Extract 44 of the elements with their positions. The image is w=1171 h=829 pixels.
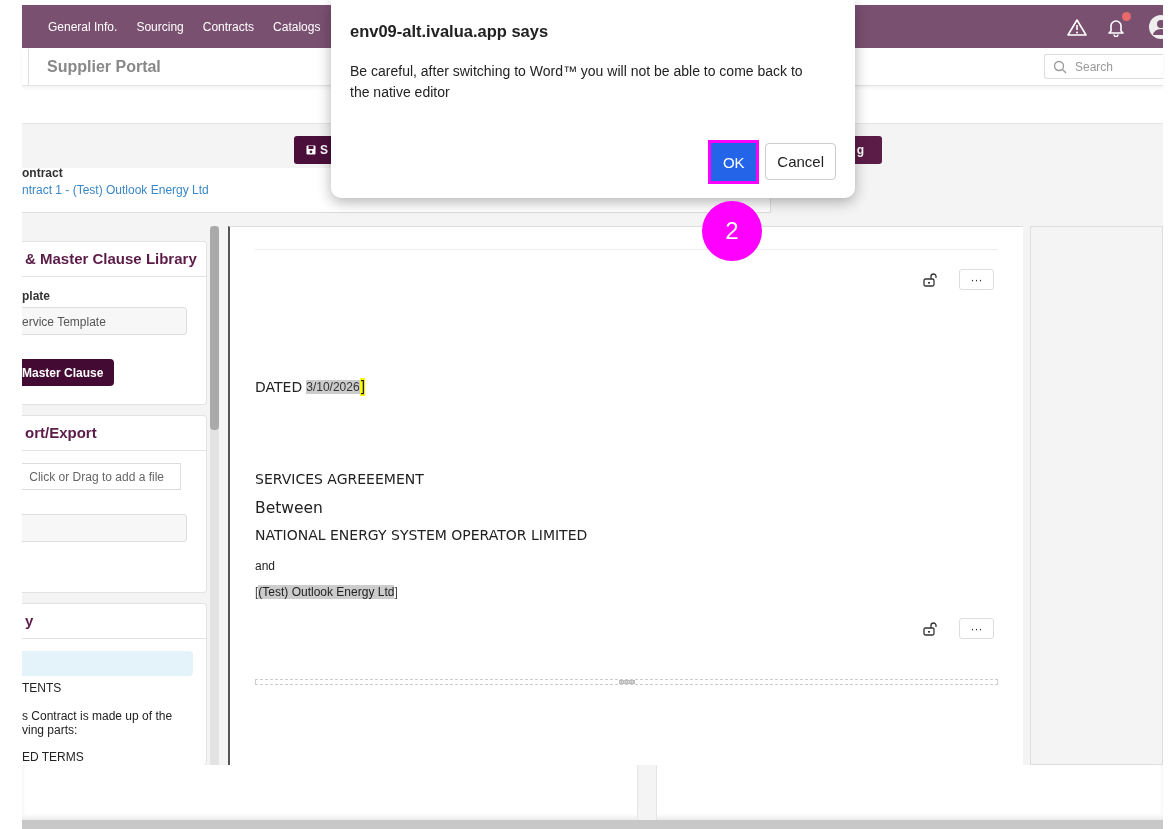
input-field[interactable] [22,514,187,542]
search-field[interactable]: Search [1044,54,1163,79]
field-bracket: ] [394,585,398,599]
outline-text: ED TERMS [22,751,84,764]
panel-title: ort/Export [22,416,206,451]
field-bracket: [ [255,585,259,599]
highlighted-item[interactable] [22,651,193,676]
toolbar-button[interactable]: S [294,136,334,164]
nav-item[interactable]: Sourcing [136,19,184,34]
drag-handle-icon [618,680,635,684]
warning-icon [1067,17,1087,36]
more-button[interactable]: ··· [959,618,994,639]
dialog-title: env09-alt.ivalua.app says [350,22,550,41]
contract-label: ontract [22,166,64,181]
master-clause-button[interactable]: Master Clause [22,359,114,386]
document-heading: SERVICES AGREEEMENT [255,471,425,487]
date-value[interactable]: 3/10/2026 [306,380,360,394]
outline-text: TENTS [22,682,62,695]
portal-title: Supplier Portal [28,48,161,85]
panel-title: & Master Clause Library [22,242,206,277]
input-field[interactable]: ervice Template [22,307,187,335]
document-text: Between [255,499,324,517]
search-input[interactable]: Search [1073,58,1157,75]
document-heading: NATIONAL ENERGY SYSTEM OPERATOR LIMITED [255,527,589,543]
unlock-icon [923,272,939,287]
field-label: plate [22,289,50,303]
document-text: and [255,559,277,573]
outline-text: ving parts: [22,724,78,737]
cancel-button[interactable]: Cancel [765,143,836,180]
save-icon [306,145,316,155]
nav-item[interactable]: Catalogs [273,19,321,34]
date-label: DATED [255,379,303,395]
unlock-icon [923,621,939,636]
scrollbar-thumb[interactable] [210,226,219,430]
search-icon [1053,59,1067,74]
nav-item[interactable]: General Info. [48,19,118,34]
dialog-message: Be careful, after switching to Word™ you will not be able to come back to the native editor [350,62,804,102]
nav-item[interactable]: Contracts [202,19,255,34]
file-upload-button[interactable]: Click or Drag to add a file [22,463,181,490]
ok-button[interactable]: OK [711,143,757,181]
panel-title: y [22,604,206,639]
more-button[interactable]: ··· [959,269,994,290]
outline-text: s Contract is made up of the [22,710,173,723]
field-bracket: ] [359,378,366,396]
